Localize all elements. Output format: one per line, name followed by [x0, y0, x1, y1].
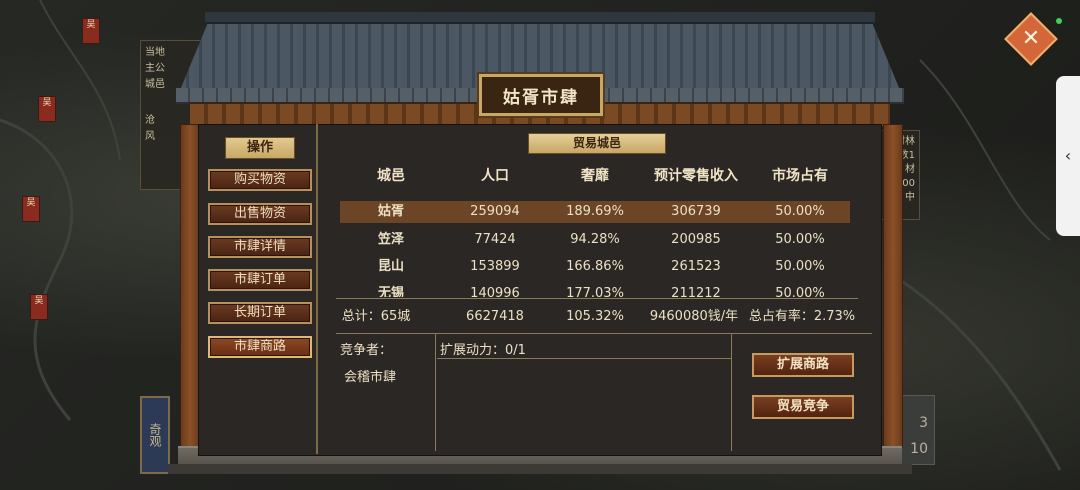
cell-share: 50.00% — [775, 232, 825, 247]
cell-income: 306739 — [671, 204, 721, 219]
column-header-share: 市场占有 — [772, 168, 828, 184]
cell-luxury: 177.03% — [566, 286, 624, 297]
cell-share: 50.00% — [775, 286, 825, 297]
map-city-badge[interactable]: 吴 — [82, 18, 100, 44]
total-income: 9460080钱/年 — [649, 309, 739, 324]
window-title: 姑胥市肆 — [479, 74, 603, 116]
long-term-orders-button[interactable]: 长期订单 — [208, 302, 312, 324]
competitor-name[interactable]: 会稽市肆 — [344, 366, 396, 385]
column-header-income: 预计零售收入 — [654, 168, 738, 184]
cell-income: 261523 — [671, 259, 721, 274]
cell-income: 211212 — [671, 286, 721, 297]
section-divider — [336, 333, 872, 334]
expansion-power: 扩展动力：0/1 — [440, 343, 526, 358]
buy-goods-button[interactable]: 购买物资 — [208, 169, 312, 191]
cell-population: 77424 — [474, 232, 516, 247]
competitor-label: 竞争者： — [340, 343, 393, 358]
cell-city: 笠泽 — [377, 232, 404, 247]
cell-luxury: 94.28% — [570, 232, 620, 247]
badge-text: 吴 — [26, 198, 36, 208]
map-city-badge[interactable]: 吴 — [22, 196, 40, 222]
market-details-button[interactable]: 市肆详情 — [208, 236, 312, 258]
window-title-text: 姑胥市肆 — [503, 87, 579, 108]
map-city-badge[interactable]: 吴 — [38, 96, 56, 122]
competitor-divider — [435, 333, 436, 451]
cell-share: 50.00% — [775, 204, 825, 219]
wonder-tab-label: 奇观 — [148, 423, 162, 447]
total-share: 总占有率：2.73% — [748, 309, 856, 324]
cell-income: 200985 — [671, 232, 721, 247]
sell-goods-button[interactable]: 出售物资 — [208, 203, 312, 225]
cell-luxury: 166.86% — [566, 259, 624, 274]
expand-route-button[interactable]: 扩展商路 — [752, 353, 854, 377]
table-divider — [336, 298, 858, 299]
cell-city: 昆山 — [377, 259, 404, 274]
pillar-right — [883, 124, 903, 448]
cell-luxury: 189.69% — [566, 204, 624, 219]
total-population: 6627418 — [466, 309, 524, 324]
badge-text: 吴 — [42, 98, 52, 108]
status-indicator — [1056, 18, 1062, 24]
cell-city: 无锡 — [377, 286, 404, 297]
cell-population: 153899 — [470, 259, 520, 274]
cell-share: 50.00% — [775, 259, 825, 274]
column-header-population: 人口 — [481, 168, 509, 184]
trade-cities-header: 贸易城邑 — [528, 133, 666, 154]
trade-routes-button[interactable]: 市肆商路 — [208, 336, 312, 358]
trade-compete-button[interactable]: 贸易竞争 — [752, 395, 854, 419]
cell-population: 259094 — [470, 204, 520, 219]
badge-text: 吴 — [86, 20, 96, 30]
cell-city: 姑胥 — [377, 204, 404, 219]
market-orders-button[interactable]: 市肆订单 — [208, 269, 312, 291]
building-base-step — [168, 464, 912, 474]
roof-ridge — [205, 12, 875, 24]
expansion-divider — [437, 358, 731, 359]
chevron-left-icon[interactable]: ‹ — [1056, 76, 1080, 236]
column-header-city: 城邑 — [377, 168, 405, 184]
badge-text: 吴 — [34, 296, 44, 306]
pillar-left — [180, 124, 200, 448]
wonder-tab[interactable]: 奇观 — [140, 396, 170, 474]
total-cities: 总计：65城 — [341, 309, 411, 324]
total-luxury: 105.32% — [566, 309, 624, 324]
map-city-badge[interactable]: 吴 — [30, 294, 48, 320]
table-row[interactable]: 无锡 140996 177.03% 211212 50.00% — [340, 283, 860, 297]
actions-divider — [731, 333, 732, 451]
operations-header: 操作 — [225, 137, 295, 159]
column-header-luxury: 奢靡 — [581, 168, 609, 184]
cell-population: 140996 — [470, 286, 520, 297]
close-icon[interactable]: ✕ — [1012, 20, 1050, 58]
